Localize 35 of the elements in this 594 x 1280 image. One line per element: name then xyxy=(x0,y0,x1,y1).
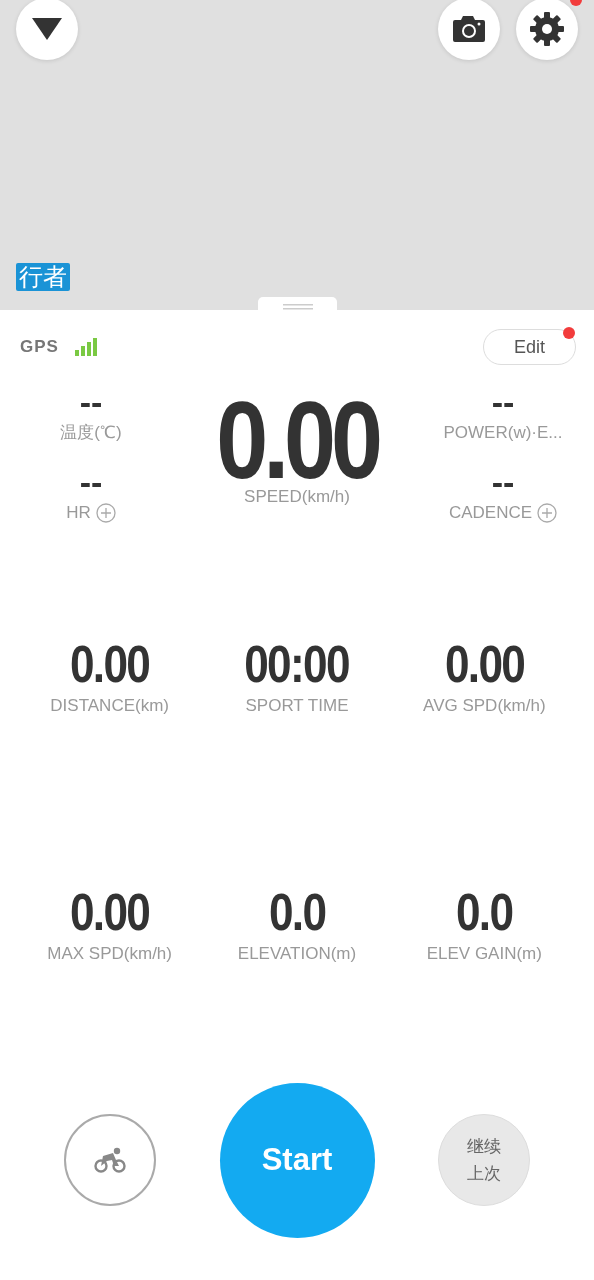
metric-value: -- xyxy=(79,385,103,419)
metric-value: 0.00 xyxy=(70,886,150,939)
metric-label: 温度(℃) xyxy=(60,423,122,444)
metric-value: 0.00 xyxy=(70,638,150,690)
camera-button[interactable] xyxy=(438,0,500,60)
metric-label: AVG SPD(km/h) xyxy=(423,696,546,717)
metric-value: 0.0 xyxy=(268,886,326,939)
add-icon[interactable] xyxy=(95,503,116,524)
add-icon[interactable] xyxy=(537,503,558,524)
metric-label: MAX SPD(km/h) xyxy=(47,944,172,965)
metric-value: 00:00 xyxy=(244,638,350,690)
metric-value: 0.0 xyxy=(456,886,513,939)
gps-label: GPS xyxy=(20,336,59,359)
metric-value: 0.00 xyxy=(444,638,524,690)
metric-value: -- xyxy=(79,465,103,499)
metric-value: -- xyxy=(491,465,515,499)
metric-label: DISTANCE(km) xyxy=(50,696,169,717)
dropdown-button[interactable] xyxy=(16,0,78,60)
metric-value: -- xyxy=(491,385,515,419)
metric-label: CADENCE xyxy=(448,503,533,524)
camera-icon xyxy=(453,16,485,42)
edit-button[interactable]: Edit xyxy=(483,329,576,365)
cyclist-icon xyxy=(94,1147,126,1174)
logo-badge: 行者 xyxy=(16,263,70,291)
signal-icon xyxy=(74,337,99,357)
triangle-down-icon xyxy=(32,18,62,40)
start-button[interactable]: Start xyxy=(219,1082,375,1238)
metric-label: HR xyxy=(66,503,91,524)
resume-button[interactable]: 继续 上次 xyxy=(438,1114,530,1207)
drag-handle[interactable] xyxy=(258,297,337,310)
metric-label: ELEVATION(m) xyxy=(237,944,357,965)
metric-label: SPORT TIME xyxy=(245,696,349,717)
settings-icon xyxy=(529,11,565,47)
metric-label: ELEV GAIN(m) xyxy=(426,944,542,965)
metric-label: POWER(w)·E... xyxy=(443,423,563,444)
